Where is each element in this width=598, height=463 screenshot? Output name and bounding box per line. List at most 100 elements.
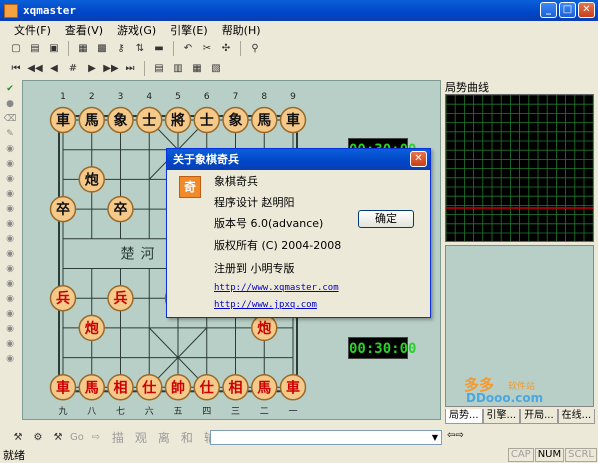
undo-icon[interactable]: ↶ xyxy=(180,41,196,56)
wrench-icon[interactable]: ⚒ xyxy=(10,430,26,445)
chess-piece[interactable]: 兵 xyxy=(49,284,77,312)
last-move-icon[interactable]: ⏭ xyxy=(122,61,138,76)
piece-icon[interactable]: ◉ xyxy=(3,172,17,186)
chevron-down-icon[interactable]: ▼ xyxy=(429,431,441,444)
print-icon[interactable]: ▦ xyxy=(75,41,91,56)
close-button[interactable]: ✕ xyxy=(578,2,595,18)
website-link-2[interactable]: http://www.jpxq.com xyxy=(214,300,317,310)
piece-icon[interactable]: ◉ xyxy=(3,202,17,216)
chess-piece[interactable]: 車 xyxy=(279,374,307,401)
chess-piece[interactable]: 馬 xyxy=(251,374,278,401)
svg-text:馬: 馬 xyxy=(85,113,99,129)
chess-piece[interactable]: 馬 xyxy=(78,374,105,401)
arrow-icon[interactable]: ⇨ xyxy=(88,430,104,445)
chess-piece[interactable]: 車 xyxy=(49,374,77,401)
chess-piece[interactable]: 兵 xyxy=(107,284,134,312)
file-label: 一 xyxy=(288,407,297,417)
chess-piece[interactable]: 士 xyxy=(136,106,163,134)
piece-icon[interactable]: ◉ xyxy=(3,232,17,246)
ok-button[interactable]: 确定 xyxy=(358,210,414,228)
new-icon[interactable]: ▢ xyxy=(8,41,24,56)
eraser-icon[interactable]: ⌫ xyxy=(3,112,17,126)
piece-icon[interactable]: ◉ xyxy=(3,322,17,336)
chess-piece[interactable]: 將 xyxy=(164,106,192,134)
check-icon[interactable]: ✔ xyxy=(3,82,17,96)
prev-move-icon[interactable]: ◀ xyxy=(46,61,62,76)
cut-icon[interactable]: ✂ xyxy=(199,41,215,56)
tab-online[interactable]: 在线... xyxy=(557,409,596,424)
website-link[interactable]: http://www.xqmaster.com xyxy=(214,283,339,293)
export-icon[interactable]: ▧ xyxy=(208,61,224,76)
chess-piece[interactable]: 相 xyxy=(222,374,249,401)
save-icon[interactable]: ▣ xyxy=(46,41,62,56)
move-char[interactable]: 离 xyxy=(158,429,173,446)
tool-icon[interactable]: ⚙ xyxy=(30,430,46,445)
chess-piece[interactable]: 炮 xyxy=(78,166,105,193)
prev-block-icon[interactable]: ◀◀ xyxy=(27,61,43,76)
piece-icon[interactable]: ◉ xyxy=(3,262,17,276)
pencil-icon[interactable]: ✎ xyxy=(3,127,17,141)
chess-piece[interactable]: 馬 xyxy=(78,106,105,134)
chess-piece[interactable]: 象 xyxy=(222,106,249,134)
piece-icon[interactable]: ◉ xyxy=(3,142,17,156)
chess-piece[interactable]: 炮 xyxy=(78,314,105,342)
piece-icon[interactable]: ◉ xyxy=(3,292,17,306)
piece-icon[interactable]: ◉ xyxy=(3,247,17,261)
open-icon[interactable]: ▤ xyxy=(27,41,43,56)
hammer-icon[interactable]: ⚒ xyxy=(50,430,66,445)
change-icon[interactable]: ✣ xyxy=(218,41,234,56)
chess-piece[interactable]: 帥 xyxy=(164,374,192,401)
go-label[interactable]: Go xyxy=(70,432,84,443)
piece-icon[interactable]: ◉ xyxy=(3,352,17,366)
chess-piece[interactable]: 卒 xyxy=(107,195,134,223)
piece-icon[interactable]: ◉ xyxy=(3,307,17,321)
tab-evaluation[interactable]: 局势... xyxy=(445,409,483,424)
board-icon[interactable]: ▩ xyxy=(94,41,110,56)
key-icon[interactable]: ⚷ xyxy=(113,41,129,56)
menu-file[interactable]: 文件(F) xyxy=(14,22,51,38)
next-move-icon[interactable]: ▶ xyxy=(84,61,100,76)
move-char[interactable]: 观 xyxy=(135,429,150,446)
engine-icon[interactable]: ▬ xyxy=(151,41,167,56)
chess-piece[interactable]: 炮 xyxy=(251,314,278,342)
menu-engine[interactable]: 引擎(E) xyxy=(170,22,208,38)
maximize-button[interactable]: □ xyxy=(559,2,576,18)
piece-icon[interactable]: ◉ xyxy=(3,157,17,171)
chess-piece[interactable]: 仕 xyxy=(193,374,220,401)
dot-icon[interactable]: ● xyxy=(3,97,17,111)
panel-tabs: 局势... 引擎... 开局... 在线... xyxy=(445,409,596,425)
clipboard-icon[interactable]: ▦ xyxy=(189,61,205,76)
find-icon[interactable]: ⚲ xyxy=(247,41,263,56)
paste-icon[interactable]: ▥ xyxy=(170,61,186,76)
menu-help[interactable]: 帮助(H) xyxy=(222,22,261,38)
minimize-button[interactable]: _ xyxy=(540,2,557,18)
svg-text:車: 車 xyxy=(286,379,300,396)
piece-icon[interactable]: ◉ xyxy=(3,277,17,291)
move-char[interactable]: 描 xyxy=(112,429,127,446)
chess-piece[interactable]: 馬 xyxy=(251,106,278,134)
swap-icon[interactable]: ⇅ xyxy=(132,41,148,56)
menu-view[interactable]: 查看(V) xyxy=(65,22,103,38)
menu-game[interactable]: 游戏(G) xyxy=(117,22,156,38)
tab-engine[interactable]: 引擎... xyxy=(482,409,521,424)
first-move-icon[interactable]: ⏮ xyxy=(8,61,24,76)
move-combo[interactable]: ▼ xyxy=(210,430,442,445)
chess-piece[interactable]: 車 xyxy=(279,106,307,134)
dialog-close-button[interactable]: ✕ xyxy=(410,151,427,167)
hash-icon[interactable]: # xyxy=(65,61,81,76)
move-char[interactable]: 和 xyxy=(181,429,196,446)
nav-arrow-icon[interactable]: ⇦⇨ xyxy=(447,430,464,441)
chess-piece[interactable]: 車 xyxy=(49,106,77,134)
chess-piece[interactable]: 象 xyxy=(107,106,134,134)
piece-icon[interactable]: ◉ xyxy=(3,217,17,231)
copy-icon[interactable]: ▤ xyxy=(151,61,167,76)
dialog-title: 关于象棋奇兵 ✕ xyxy=(167,149,430,170)
chess-piece[interactable]: 卒 xyxy=(49,195,77,223)
tab-opening[interactable]: 开局... xyxy=(520,409,558,424)
chess-piece[interactable]: 仕 xyxy=(136,374,163,401)
chess-piece[interactable]: 士 xyxy=(193,106,220,134)
piece-icon[interactable]: ◉ xyxy=(3,187,17,201)
next-block-icon[interactable]: ▶▶ xyxy=(103,61,119,76)
piece-icon[interactable]: ◉ xyxy=(3,337,17,351)
chess-piece[interactable]: 相 xyxy=(107,374,134,401)
